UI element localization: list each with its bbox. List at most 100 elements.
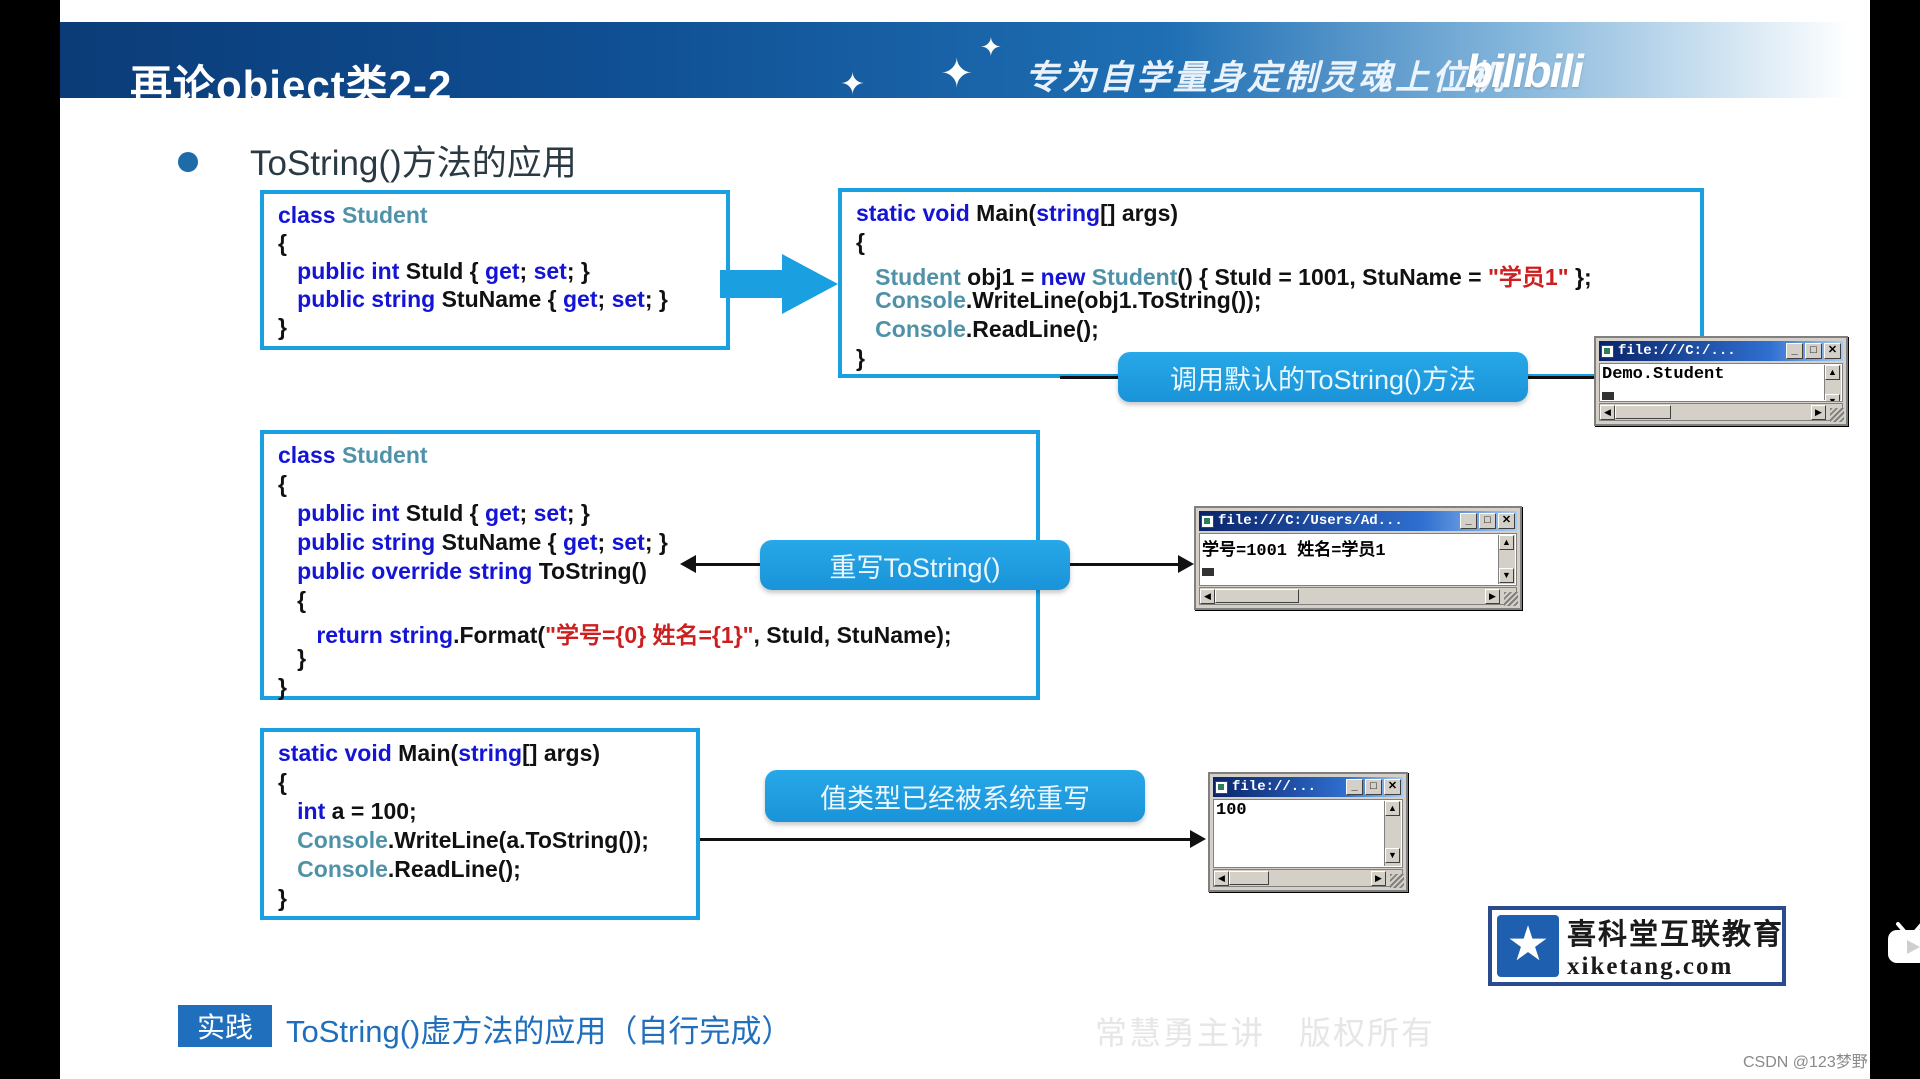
scroll-up-button[interactable]: ▲	[1825, 365, 1840, 380]
console-cursor	[1202, 568, 1214, 576]
code-token: ToString()	[538, 558, 647, 584]
code-token: };	[1568, 264, 1592, 290]
scroll-left-button[interactable]: ◀	[1200, 588, 1215, 604]
window-buttons: _ □ ✕	[1786, 343, 1843, 359]
code-token: }	[278, 645, 307, 671]
code-token: Console	[297, 827, 388, 853]
window-buttons: _ □ ✕	[1346, 779, 1403, 795]
maximize-button[interactable]: □	[1805, 343, 1822, 359]
code-token: [] args)	[1100, 200, 1179, 226]
code-token: get	[563, 286, 598, 312]
sparkle-icon: ✦	[980, 32, 1002, 62]
xiketang-logo: ★ 喜科堂互联教育 xiketang.com	[1488, 906, 1786, 986]
console-window-default[interactable]: file:///C:/... _ □ ✕ Demo.Student ▲ ▼ ◀ …	[1594, 336, 1848, 426]
scroll-right-button[interactable]: ▶	[1371, 870, 1386, 886]
window-app-icon	[1601, 344, 1614, 358]
code-token: ;	[597, 529, 612, 555]
resize-grip-icon[interactable]	[1830, 408, 1844, 422]
close-button[interactable]: ✕	[1384, 779, 1401, 795]
code-token: Console	[875, 287, 966, 313]
connector-line	[696, 563, 760, 566]
resize-grip-icon[interactable]	[1390, 874, 1404, 888]
code-token: set	[533, 258, 567, 284]
close-button[interactable]: ✕	[1824, 343, 1841, 359]
code-token: Student	[341, 202, 428, 228]
code-token: static void	[278, 740, 399, 766]
vertical-scrollbar[interactable]: ▲ ▼	[1384, 801, 1401, 866]
scroll-right-button[interactable]: ▶	[1485, 588, 1500, 604]
vertical-scrollbar[interactable]: ▲ ▼	[1498, 535, 1515, 584]
close-button[interactable]: ✕	[1498, 513, 1515, 529]
horizontal-scrollbar[interactable]: ◀ ▶	[1199, 587, 1517, 605]
horizontal-scrollbar[interactable]: ◀ ▶	[1213, 869, 1403, 887]
connector-line	[1070, 563, 1180, 566]
code-line: Console.ReadLine();	[856, 316, 1099, 343]
minimize-button[interactable]: _	[1786, 343, 1803, 359]
code-token: get	[485, 500, 520, 526]
code-token: Console	[297, 856, 388, 882]
footer-watermark: 常慧勇主讲 版权所有	[1095, 1015, 1436, 1051]
slide-header: 再论object类2-2 ✦ ✦ ✦ 专为自学量身定制灵魂上位机 bilibil…	[60, 22, 1850, 109]
scroll-thumb[interactable]	[1229, 871, 1269, 885]
vertical-scrollbar[interactable]: ▲ ▼	[1824, 365, 1841, 401]
code-line: }	[278, 314, 287, 341]
code-token: "学号={0} 姓名={1}"	[545, 622, 754, 648]
code-line: public int StuId { get; set; }	[278, 258, 590, 285]
blue-arrow-icon	[720, 254, 838, 314]
scroll-up-button[interactable]: ▲	[1385, 801, 1400, 816]
scroll-down-button[interactable]: ▼	[1825, 394, 1840, 401]
code-token: string	[458, 740, 523, 766]
scroll-down-button[interactable]: ▼	[1499, 568, 1514, 583]
scroll-thumb[interactable]	[1215, 589, 1299, 603]
scroll-left-button[interactable]: ◀	[1600, 404, 1615, 420]
code-token: }	[278, 674, 287, 700]
minimize-button[interactable]: _	[1460, 513, 1477, 529]
maximize-button[interactable]: □	[1479, 513, 1496, 529]
scroll-left-button[interactable]: ◀	[1214, 870, 1229, 886]
sparkle-icon: ✦	[940, 52, 974, 96]
code-token: ;	[519, 500, 534, 526]
bullet-icon	[178, 152, 198, 172]
console-window-valuetype[interactable]: file://... _ □ ✕ 100 ▲ ▼ ◀ ▶	[1208, 772, 1408, 892]
scroll-down-button[interactable]: ▼	[1385, 848, 1400, 863]
code-line: {	[278, 471, 287, 498]
maximize-button[interactable]: □	[1365, 779, 1382, 795]
code-token: {	[278, 471, 287, 497]
horizontal-scrollbar[interactable]: ◀ ▶	[1599, 403, 1843, 421]
console-window-override[interactable]: file:///C:/Users/Ad... _ □ ✕ 学号=1001 姓名=…	[1194, 506, 1522, 610]
csdn-watermark: CSDN @123梦野	[1743, 1054, 1868, 1071]
code-line: class Student	[278, 202, 428, 229]
minimize-button[interactable]: _	[1346, 779, 1363, 795]
code-token: {	[547, 286, 563, 312]
practice-badge: 实践	[178, 1005, 272, 1047]
code-token: static void	[856, 200, 977, 226]
code-line: public string StuName { get; set; }	[278, 529, 668, 556]
code-token: StuId	[405, 500, 470, 526]
code-line: public override string ToString()	[278, 558, 647, 585]
slide-canvas: 再论object类2-2 ✦ ✦ ✦ 专为自学量身定制灵魂上位机 bilibil…	[60, 0, 1920, 1079]
star-icon: ★	[1506, 918, 1550, 971]
code-token: "学员1"	[1488, 264, 1569, 290]
window-buttons: _ □ ✕	[1460, 513, 1517, 529]
code-line: class Student	[278, 442, 428, 469]
scroll-right-button[interactable]: ▶	[1811, 404, 1826, 420]
console-cursor	[1602, 392, 1614, 400]
code-token: a = 100;	[331, 798, 417, 824]
resize-grip-icon[interactable]	[1504, 592, 1518, 606]
connector-line	[1060, 376, 1118, 379]
code-token: Main(	[976, 200, 1037, 226]
code-line: }	[278, 885, 287, 912]
code-line: Console.ReadLine();	[278, 856, 521, 883]
code-token: Console	[875, 316, 966, 342]
code-token: public string	[278, 286, 442, 312]
header-watermark: 专为自学量身定制灵魂上位机	[1025, 60, 1506, 97]
code-token: .ReadLine();	[387, 856, 521, 882]
scroll-up-button[interactable]: ▲	[1499, 535, 1514, 550]
code-line: {	[856, 229, 865, 256]
console-title: file:///C:/...	[1618, 343, 1736, 359]
bilibili-tv-play-icon[interactable]	[1882, 918, 1920, 970]
scroll-thumb[interactable]	[1615, 405, 1671, 419]
code-token: {	[469, 258, 486, 284]
